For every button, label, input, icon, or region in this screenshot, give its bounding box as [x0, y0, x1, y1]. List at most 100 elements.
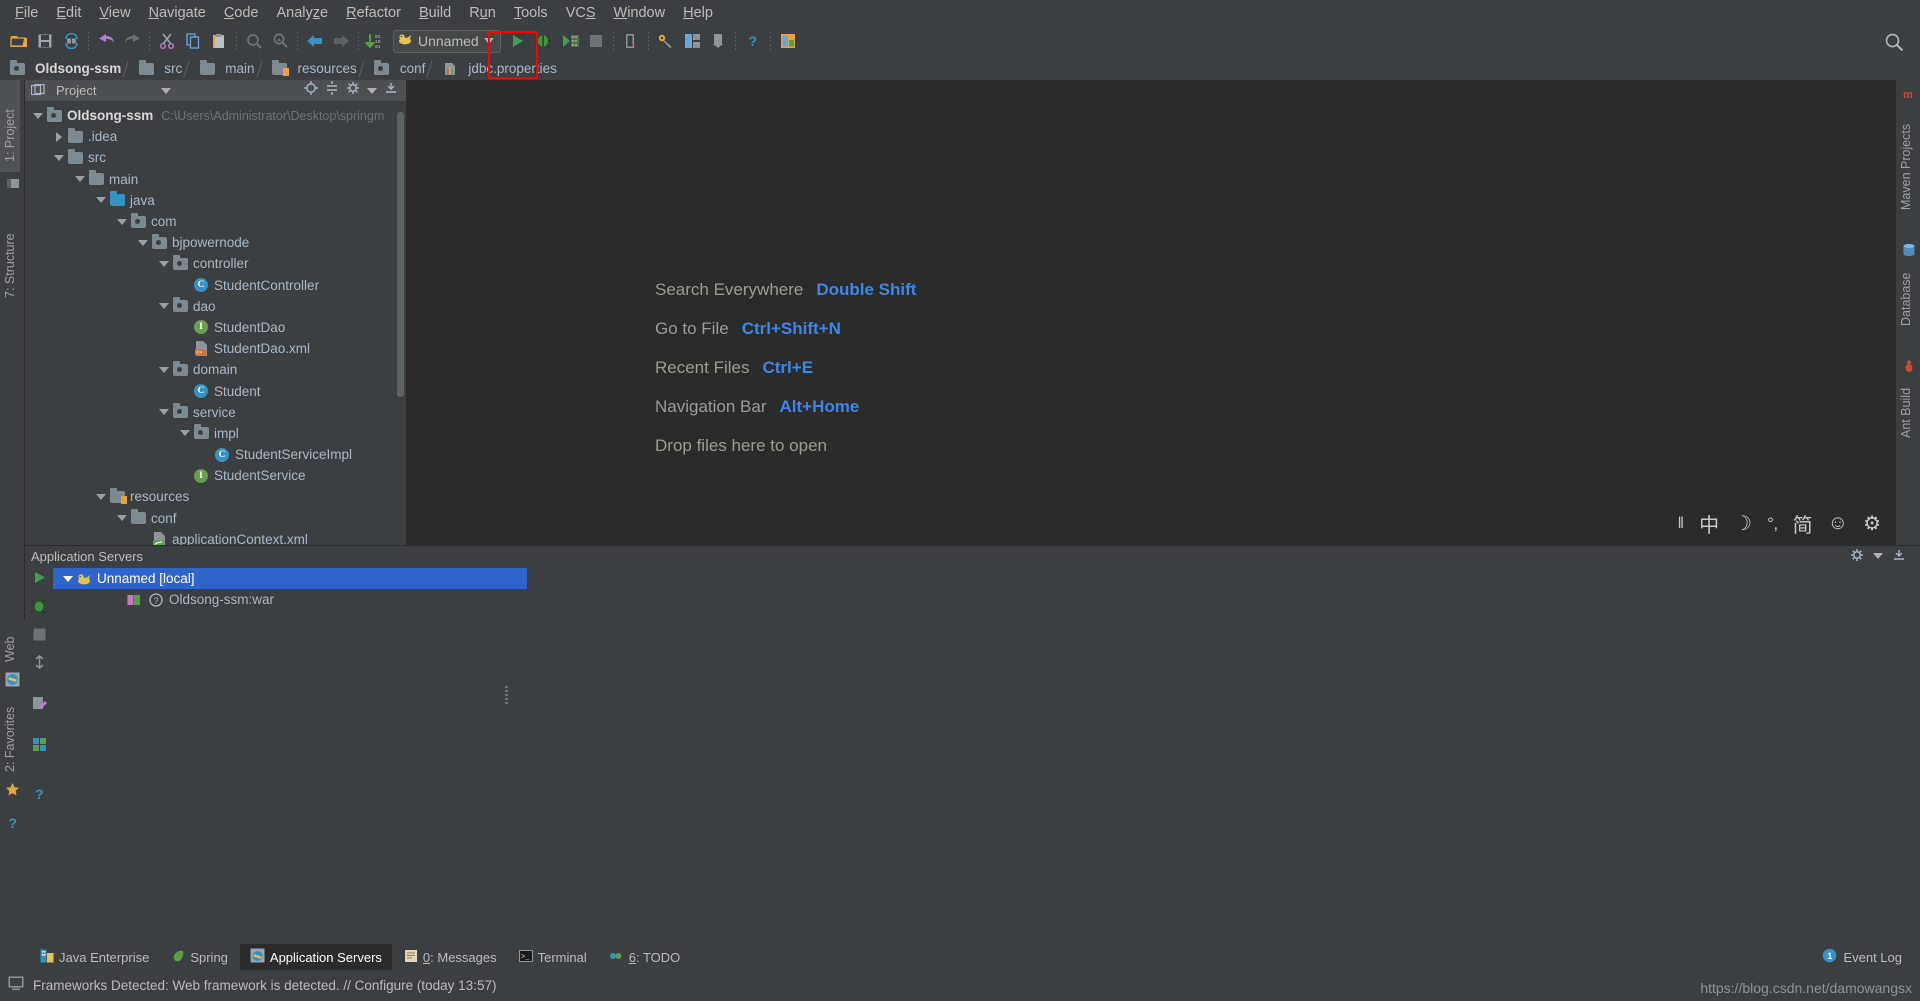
hide-icon[interactable]: [1892, 548, 1914, 565]
project-structure-icon[interactable]: [679, 28, 705, 54]
breadcrumb-item-project[interactable]: Oldsong-ssm: [8, 59, 125, 77]
rerun-icon[interactable]: [32, 570, 47, 590]
menu-item-view[interactable]: View: [90, 3, 139, 23]
ime-punctuation-icon[interactable]: °‚: [1767, 514, 1778, 534]
deploy-icon[interactable]: [32, 655, 47, 675]
tree-row[interactable]: Oldsong-ssm C:\Users\Administrator\Deskt…: [25, 105, 406, 126]
replace-icon[interactable]: [267, 28, 293, 54]
menu-item-build[interactable]: Build: [410, 3, 460, 23]
target-icon[interactable]: [304, 81, 318, 100]
menu-item-vcs[interactable]: VCS: [557, 3, 605, 23]
help-icon[interactable]: ?: [0, 808, 25, 838]
settings-icon[interactable]: [653, 28, 679, 54]
tree-row[interactable]: I StudentDao: [25, 317, 406, 338]
tree-row[interactable]: dao: [25, 296, 406, 317]
event-log-button[interactable]: 1 Event Log: [1822, 948, 1920, 966]
sidebar-item-database[interactable]: Database: [1896, 260, 1916, 332]
menu-item-window[interactable]: Window: [605, 3, 675, 23]
notification-icon[interactable]: [8, 975, 25, 996]
search-everywhere-icon[interactable]: [1884, 32, 1904, 57]
chevron-down-icon[interactable]: [157, 257, 171, 271]
redo-icon[interactable]: [119, 28, 145, 54]
stop-button[interactable]: [583, 28, 609, 54]
status-message[interactable]: Frameworks Detected: Web framework is de…: [33, 978, 496, 993]
chevron-down-icon[interactable]: [161, 87, 172, 94]
collapse-all-icon[interactable]: [325, 81, 339, 100]
paste-icon[interactable]: [206, 28, 232, 54]
sidebar-item-maven-projects[interactable]: Maven Projects: [1896, 104, 1916, 216]
find-icon[interactable]: [241, 28, 267, 54]
chevron-down-icon[interactable]: [52, 151, 66, 165]
breadcrumb-item-resources[interactable]: resources: [271, 59, 361, 77]
tree-row[interactable]: .idea: [25, 126, 406, 147]
tab-todo[interactable]: 6: TODO: [599, 945, 691, 970]
sidebar-item-project[interactable]: 1: Project: [0, 80, 20, 172]
sidebar-item-favorites[interactable]: 2: Favorites: [0, 694, 20, 778]
tree-row[interactable]: controller: [25, 253, 406, 274]
settings2-icon[interactable]: [32, 737, 47, 757]
chevron-down-icon[interactable]: [157, 299, 171, 313]
breadcrumb-item-file[interactable]: jdbc.properties: [441, 61, 561, 77]
ime-halfwidth-icon[interactable]: ☽: [1734, 511, 1752, 536]
tab-messages[interactable]: 0: Messages: [394, 945, 507, 970]
menu-item-analyze[interactable]: Analyze: [268, 3, 338, 23]
chevron-down-icon[interactable]: [115, 215, 129, 229]
gear-icon[interactable]: [346, 81, 360, 100]
menu-item-code[interactable]: Code: [215, 3, 268, 23]
breadcrumb-item-main[interactable]: main: [198, 59, 258, 77]
ime-floating-toolbar[interactable]: ‖ 中 ☽ °‚ 简 ☺ ⚙: [1678, 509, 1881, 538]
sidebar-item-structure[interactable]: 7: Structure: [0, 200, 20, 304]
update-icon[interactable]: [705, 28, 731, 54]
tree-row[interactable]: C StudentServiceImpl: [25, 444, 406, 465]
copy-icon[interactable]: [180, 28, 206, 54]
hide-icon[interactable]: [384, 81, 398, 100]
ime-settings-icon[interactable]: ⚙: [1863, 511, 1881, 536]
help-icon[interactable]: ?: [740, 28, 766, 54]
ime-handle-icon[interactable]: ‖: [1678, 515, 1685, 533]
menu-item-file[interactable]: File: [6, 3, 47, 23]
jump-to-source-icon[interactable]: 01 10 01: [363, 28, 389, 54]
menu-item-refactor[interactable]: Refactor: [337, 3, 410, 23]
chevron-down-icon[interactable]: [61, 572, 75, 586]
tree-row[interactable]: <> StudentDao.xml: [25, 338, 406, 359]
project-tree-scrollbar[interactable]: [397, 112, 404, 397]
artifact-node[interactable]: ? Oldsong-ssm:war: [53, 589, 1920, 610]
panel-resize-handle[interactable]: [505, 686, 508, 704]
sidebar-item-web[interactable]: Web: [0, 620, 20, 668]
tree-row[interactable]: src: [25, 147, 406, 168]
ime-emoji-icon[interactable]: ☺: [1828, 512, 1848, 535]
tree-row[interactable]: main: [25, 169, 406, 190]
tree-row[interactable]: impl: [25, 423, 406, 444]
chevron-down-icon[interactable]: [115, 511, 129, 525]
breadcrumb-item-src[interactable]: src: [137, 59, 186, 77]
plugins-icon[interactable]: [775, 28, 801, 54]
tab-java-enterprise[interactable]: Java Enterprise: [30, 945, 159, 970]
tree-row[interactable]: I StudentService: [25, 465, 406, 486]
debug-icon[interactable]: [30, 599, 47, 619]
menu-item-edit[interactable]: Edit: [47, 3, 90, 23]
menu-item-tools[interactable]: Tools: [505, 3, 557, 23]
chevron-down-icon[interactable]: [178, 426, 192, 440]
edit-config-icon[interactable]: [32, 696, 47, 716]
menu-item-navigate[interactable]: Navigate: [140, 3, 215, 23]
tree-row[interactable]: conf: [25, 508, 406, 529]
tree-row[interactable]: bjpowernode: [25, 232, 406, 253]
undo-icon[interactable]: [93, 28, 119, 54]
run-button[interactable]: [505, 28, 531, 54]
chevron-down-icon[interactable]: [1873, 553, 1883, 559]
chevron-down-icon[interactable]: [157, 363, 171, 377]
exit-icon[interactable]: x: [618, 28, 644, 54]
chevron-down-icon[interactable]: [367, 87, 377, 94]
back-icon[interactable]: [302, 28, 328, 54]
chevron-down-icon[interactable]: [483, 38, 494, 44]
tree-row[interactable]: java: [25, 190, 406, 211]
server-node[interactable]: Unnamed [local]: [53, 568, 527, 589]
sync-icon[interactable]: [58, 28, 84, 54]
tree-row[interactable]: com: [25, 211, 406, 232]
sidebar-item-ant-build[interactable]: Ant Build: [1896, 376, 1916, 444]
forward-icon[interactable]: [328, 28, 354, 54]
tab-spring[interactable]: Spring: [161, 945, 238, 970]
tab-application-servers[interactable]: Application Servers: [239, 944, 392, 970]
tree-row[interactable]: C StudentController: [25, 275, 406, 296]
run-configuration-selector[interactable]: Unnamed: [393, 29, 501, 53]
